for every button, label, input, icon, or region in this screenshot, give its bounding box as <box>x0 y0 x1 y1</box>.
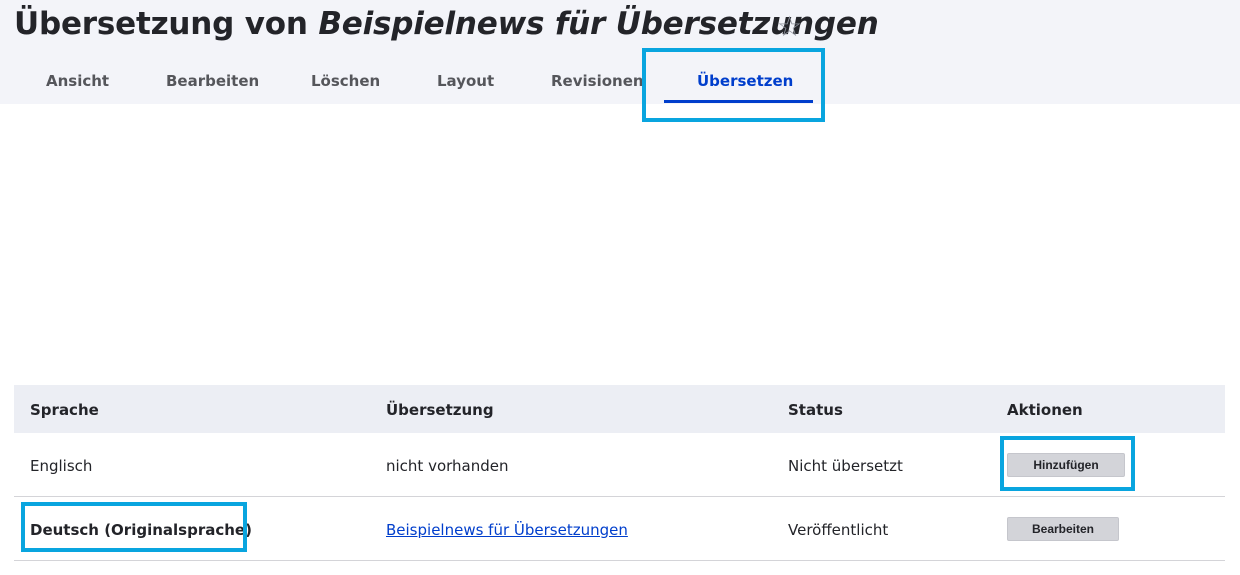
column-header-uebersetzung: Übersetzung <box>386 401 494 419</box>
row-divider <box>14 496 1225 497</box>
highlight-box-tab <box>642 48 825 122</box>
translation-link[interactable]: Beispielnews für Übersetzungen <box>386 521 628 539</box>
column-header-status: Status <box>788 401 843 419</box>
favorite-star-icon[interactable]: ☆ <box>777 10 802 43</box>
highlight-box-original-language <box>21 502 247 552</box>
row-2-status: Veröffentlicht <box>788 521 889 539</box>
column-header-aktionen: Aktionen <box>1007 401 1083 419</box>
row-2-translation: Beispielnews für Übersetzungen <box>386 521 628 539</box>
row-1-translation: nicht vorhanden <box>386 457 509 475</box>
page-title: Übersetzung von Beispielnews für Überset… <box>14 6 879 42</box>
tab-layout[interactable]: Layout <box>437 72 494 90</box>
row-divider <box>14 560 1225 561</box>
edit-translation-button[interactable]: Bearbeiten <box>1007 517 1119 541</box>
tab-loeschen[interactable]: Löschen <box>311 72 380 90</box>
tab-bearbeiten[interactable]: Bearbeiten <box>166 72 259 90</box>
row-1-language: Englisch <box>30 457 93 475</box>
row-1-status: Nicht übersetzt <box>788 457 903 475</box>
highlight-box-add-button <box>1000 436 1135 491</box>
page-title-prefix: Übersetzung von <box>14 6 319 42</box>
tab-ansicht[interactable]: Ansicht <box>46 72 109 90</box>
tab-revisionen[interactable]: Revisionen <box>551 72 644 90</box>
column-header-sprache: Sprache <box>30 401 99 419</box>
